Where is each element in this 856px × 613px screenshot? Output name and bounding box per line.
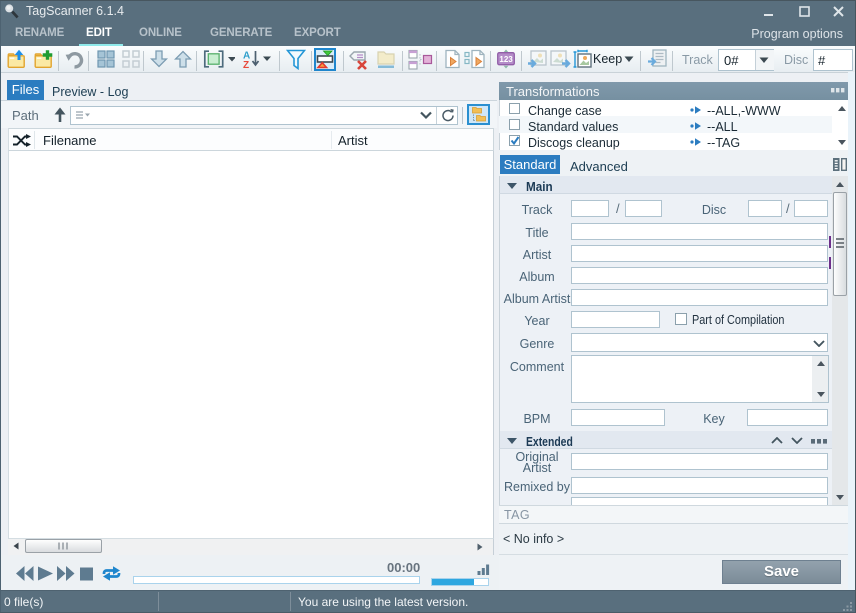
svg-text:Z: Z — [243, 60, 249, 70]
svg-text:123: 123 — [499, 55, 513, 64]
